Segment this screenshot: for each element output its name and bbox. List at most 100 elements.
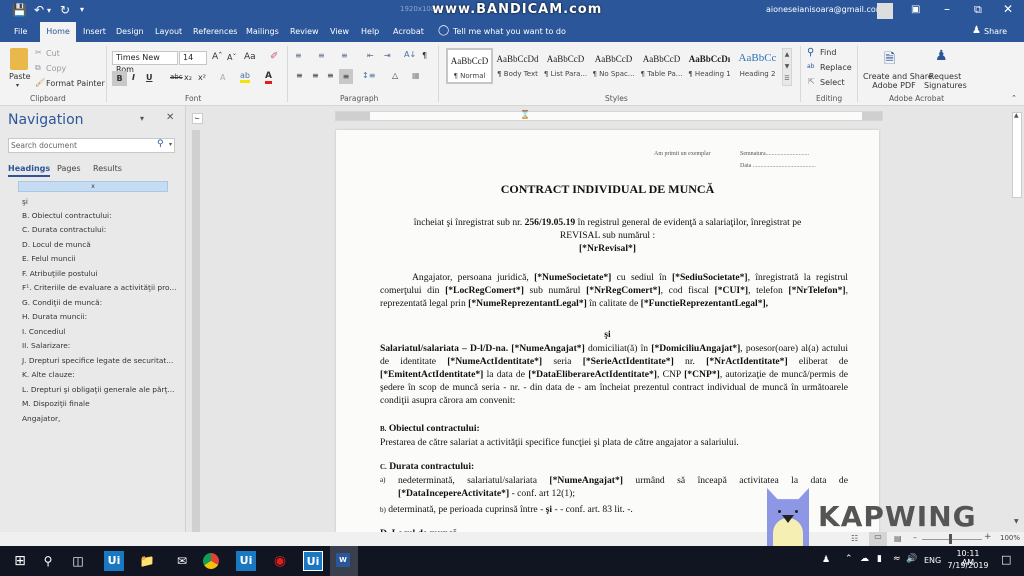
shading-icon[interactable]: △ [392, 71, 398, 80]
tab-layout[interactable]: Layout [149, 22, 188, 42]
font-name-select[interactable]: Times New Rom [112, 51, 178, 74]
style-list-paragraph[interactable]: AaBbCcD ¶ List Para... [542, 48, 589, 84]
search-document-input[interactable]: Search document ⚲ ▾ [8, 138, 175, 153]
tab-file[interactable]: File [8, 22, 33, 42]
tab-view[interactable]: View [324, 22, 355, 42]
heading-item-selected[interactable]: x [18, 181, 168, 192]
paste-icon[interactable] [10, 48, 28, 70]
uipath-icon[interactable]: Ui [104, 551, 124, 571]
borders-icon[interactable]: ▦ [412, 71, 420, 80]
close-icon[interactable]: ✕ [1003, 2, 1013, 16]
heading-item[interactable]: B. Obiectul contractului: [22, 211, 112, 220]
undo-icon[interactable]: ↶ [34, 3, 44, 17]
find-button[interactable]: Find [820, 48, 836, 57]
tell-me-search[interactable]: Tell me what you want to do [453, 27, 566, 36]
share-button[interactable]: Share [984, 27, 1007, 36]
chrome-icon[interactable] [203, 553, 219, 569]
shrink-font-icon[interactable]: Aˇ [227, 53, 236, 62]
indent-marker-icon[interactable]: ⌛ [520, 110, 530, 119]
italic-button[interactable]: I [132, 73, 135, 82]
heading-item[interactable]: M. Dispoziţii finale [22, 399, 90, 408]
action-center-icon[interactable]: □ [1001, 553, 1011, 566]
heading-item[interactable]: E. Felul muncii [22, 254, 76, 263]
pane-options-icon[interactable]: ▾ [140, 114, 144, 123]
battery-icon[interactable]: ▮ [877, 554, 882, 564]
heading-item[interactable]: J. Drepturi specifice legate de securita… [22, 356, 173, 365]
word-taskbar-button[interactable]: W [330, 546, 358, 576]
bullets-icon[interactable]: ≡ [295, 51, 302, 60]
request-signatures-button[interactable]: Request Signatures [924, 72, 967, 90]
account-email[interactable]: aioneseianisoara@gmail.com [766, 5, 884, 14]
increase-indent-icon[interactable]: ⇥ [384, 51, 391, 60]
copy-button[interactable]: Copy [46, 64, 66, 73]
zoom-slider-thumb[interactable] [949, 534, 952, 544]
windows-start-icon[interactable]: ⊞ [10, 551, 30, 571]
horizontal-ruler[interactable]: ⌛ [335, 110, 883, 121]
save-icon[interactable]: 💾 [12, 3, 27, 17]
file-explorer-icon[interactable]: 📁 [137, 551, 157, 571]
strikethrough-button[interactable]: abc [170, 73, 183, 81]
collapse-ribbon-icon[interactable]: ⌃ [1011, 94, 1017, 102]
input-language[interactable]: ENG [924, 556, 941, 565]
tab-home[interactable]: Home [40, 22, 76, 42]
replace-button[interactable]: Replace [820, 63, 852, 72]
heading-item[interactable]: H. Durata muncii: [22, 312, 87, 321]
subscript-button[interactable]: x₂ [184, 73, 192, 82]
create-share-pdf-button[interactable]: Create and Share Adobe PDF [863, 72, 933, 90]
zoom-in-icon[interactable]: + [984, 532, 992, 542]
style-normal[interactable]: AaBbCcD ¶ Normal [446, 48, 493, 84]
volume-icon[interactable]: 🔊 [906, 554, 917, 564]
multilevel-list-icon[interactable]: ≡ [341, 51, 348, 60]
heading-item[interactable]: D. Locul de muncă [22, 240, 91, 249]
style-table-paragraph[interactable]: AaBbCcD ¶ Table Pa... [638, 48, 685, 84]
heading-item[interactable]: G. Condiţii de muncă: [22, 298, 102, 307]
paste-dropdown-icon[interactable]: ▾ [16, 82, 19, 89]
heading-item[interactable]: II. Salarizare: [22, 341, 70, 350]
style-heading-2[interactable]: AaBbCc Heading 2 [734, 48, 781, 84]
justify-icon[interactable]: ≡ [339, 69, 353, 84]
sort-icon[interactable]: A↓ [404, 50, 416, 59]
style-no-spacing[interactable]: AaBbCcD ¶ No Spac... [590, 48, 637, 84]
tab-headings[interactable]: Headings [8, 164, 51, 177]
search-icon[interactable]: ⚲ [38, 551, 58, 571]
read-mode-icon[interactable]: ☷ [851, 534, 858, 543]
bold-button[interactable]: B [112, 71, 127, 86]
font-size-select[interactable]: 14 [179, 51, 207, 65]
zoom-level[interactable]: 100% [1000, 534, 1020, 542]
task-view-icon[interactable]: ◫ [68, 551, 88, 571]
avatar[interactable] [877, 3, 893, 19]
onedrive-icon[interactable]: ☁ [860, 554, 869, 564]
select-button[interactable]: Select [820, 78, 845, 87]
scroll-up-icon[interactable]: ▲ [1014, 112, 1019, 119]
tab-pages[interactable]: Pages [57, 164, 81, 173]
minimize-icon[interactable]: – [944, 2, 950, 16]
uipath-robot-icon[interactable]: Ui [303, 551, 323, 571]
change-case-button[interactable]: Aa [244, 52, 256, 62]
search-options-icon[interactable]: ▾ [169, 141, 172, 148]
zoom-slider[interactable] [922, 539, 982, 540]
tab-help[interactable]: Help [355, 22, 385, 42]
web-layout-icon[interactable]: ▤ [894, 534, 902, 543]
heading-item[interactable]: Angajator, [22, 414, 60, 423]
people-icon[interactable]: ♟ [822, 555, 830, 565]
text-effects-icon[interactable]: A [220, 73, 225, 82]
format-painter-button[interactable]: Format Painter [46, 79, 105, 88]
tab-review[interactable]: Review [284, 22, 325, 42]
heading-item[interactable]: F¹. Criteriile de evaluare a activităţii… [22, 283, 176, 292]
clear-formatting-icon[interactable]: ✐ [270, 51, 278, 62]
style-body-text[interactable]: AaBbCcDd ¶ Body Text [494, 48, 541, 84]
style-heading-1[interactable]: AaBbCcDı ¶ Heading 1 [686, 48, 733, 84]
ribbon-display-options-icon[interactable]: ▣ [911, 4, 920, 15]
redo-icon[interactable]: ↻ [60, 3, 70, 17]
underline-button[interactable]: U [146, 73, 153, 82]
network-icon[interactable]: ≈ [893, 554, 901, 564]
tab-mailings[interactable]: Mailings [240, 22, 285, 42]
superscript-button[interactable]: x² [198, 73, 206, 82]
align-right-icon[interactable]: ≡ [327, 71, 334, 80]
numbering-icon[interactable]: ≡ [318, 51, 325, 60]
zoom-out-icon[interactable]: – [913, 533, 917, 542]
align-left-icon[interactable]: ≡ [296, 71, 303, 80]
styles-gallery-scroll[interactable]: ▲ ▼ ☰ [782, 48, 792, 86]
heading-item[interactable]: L. Drepturi şi obligaţii generale ale pă… [22, 385, 174, 394]
record-icon[interactable]: ◉ [270, 551, 290, 571]
